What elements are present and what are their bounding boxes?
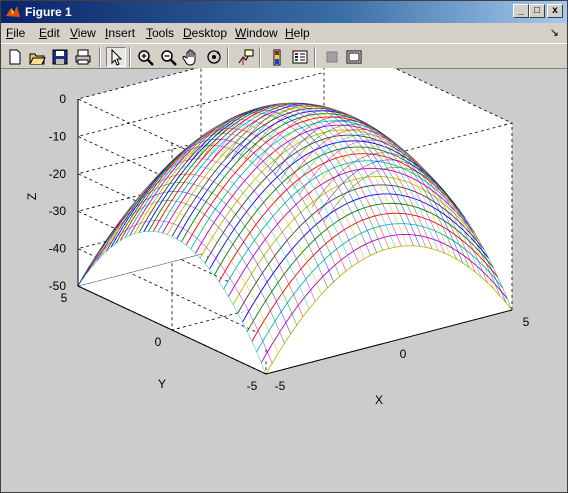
y-tick-label: 0 [155,335,162,349]
title-bar[interactable]: Figure 1 _ □ x [1,1,567,23]
menu-view[interactable]: View [70,26,96,40]
menu-insert[interactable]: Insert [105,26,135,40]
toolbar-separator [314,47,316,67]
edit-plot-arrow-icon[interactable] [106,47,126,67]
show-plot-tools-icon[interactable] [344,47,364,67]
toolbar-separator [129,47,131,67]
z-tick-label: 0 [59,92,66,106]
open-file-icon[interactable] [27,47,47,67]
data-cursor-icon[interactable] [235,47,255,67]
toolbar-separator [99,47,101,67]
menu-help[interactable]: Help [285,26,310,40]
z-tick-label: -40 [49,242,67,256]
z-tick-label: -10 [49,129,67,143]
menu-bar: File Edit View Insert Tools Desktop Window Help… [1,23,567,43]
close-button[interactable]: x [547,4,563,18]
menu-window[interactable]: Window [235,26,278,40]
x-axis-label: X [375,393,383,407]
minimize-button[interactable]: _ [513,4,529,18]
x-tick-label: 0 [400,347,407,361]
dock-figure-icon[interactable]: ↘ [550,26,559,39]
menu-desktop[interactable]: Desktop [183,26,227,40]
legend-icon[interactable] [290,47,310,67]
colorbar-icon[interactable] [267,47,287,67]
z-tick-label: -30 [49,204,67,218]
y-tick-label: 5 [61,291,68,305]
surface-plot[interactable]: -50-40-30-20-100-505-505ZXY [0,68,566,491]
menu-file[interactable]: File [6,26,25,40]
x-tick-label: 5 [523,315,530,329]
figure-toolbar [1,43,567,69]
zoom-in-icon[interactable] [135,47,155,67]
print-icon[interactable] [73,47,93,67]
rotate-3d-icon[interactable] [204,47,224,67]
pan-hand-icon[interactable] [181,47,201,67]
zoom-out-icon[interactable] [158,47,178,67]
matlab-logo-icon [6,6,20,17]
y-axis-label: Y [158,377,166,391]
new-figure-icon[interactable] [5,47,25,67]
menu-edit[interactable]: Edit [39,26,60,40]
menu-tools[interactable]: Tools [146,26,174,40]
z-tick-label: -20 [49,167,67,181]
toolbar-separator [227,47,229,67]
z-axis-label: Z [25,193,39,200]
y-tick-label: -5 [247,379,258,393]
toolbar-separator [259,47,261,67]
window-title: Figure 1 [25,5,72,19]
maximize-button[interactable]: □ [529,4,545,18]
x-tick-label: -5 [275,379,286,393]
save-icon[interactable] [50,47,70,67]
hide-plot-tools-icon[interactable] [322,47,342,67]
